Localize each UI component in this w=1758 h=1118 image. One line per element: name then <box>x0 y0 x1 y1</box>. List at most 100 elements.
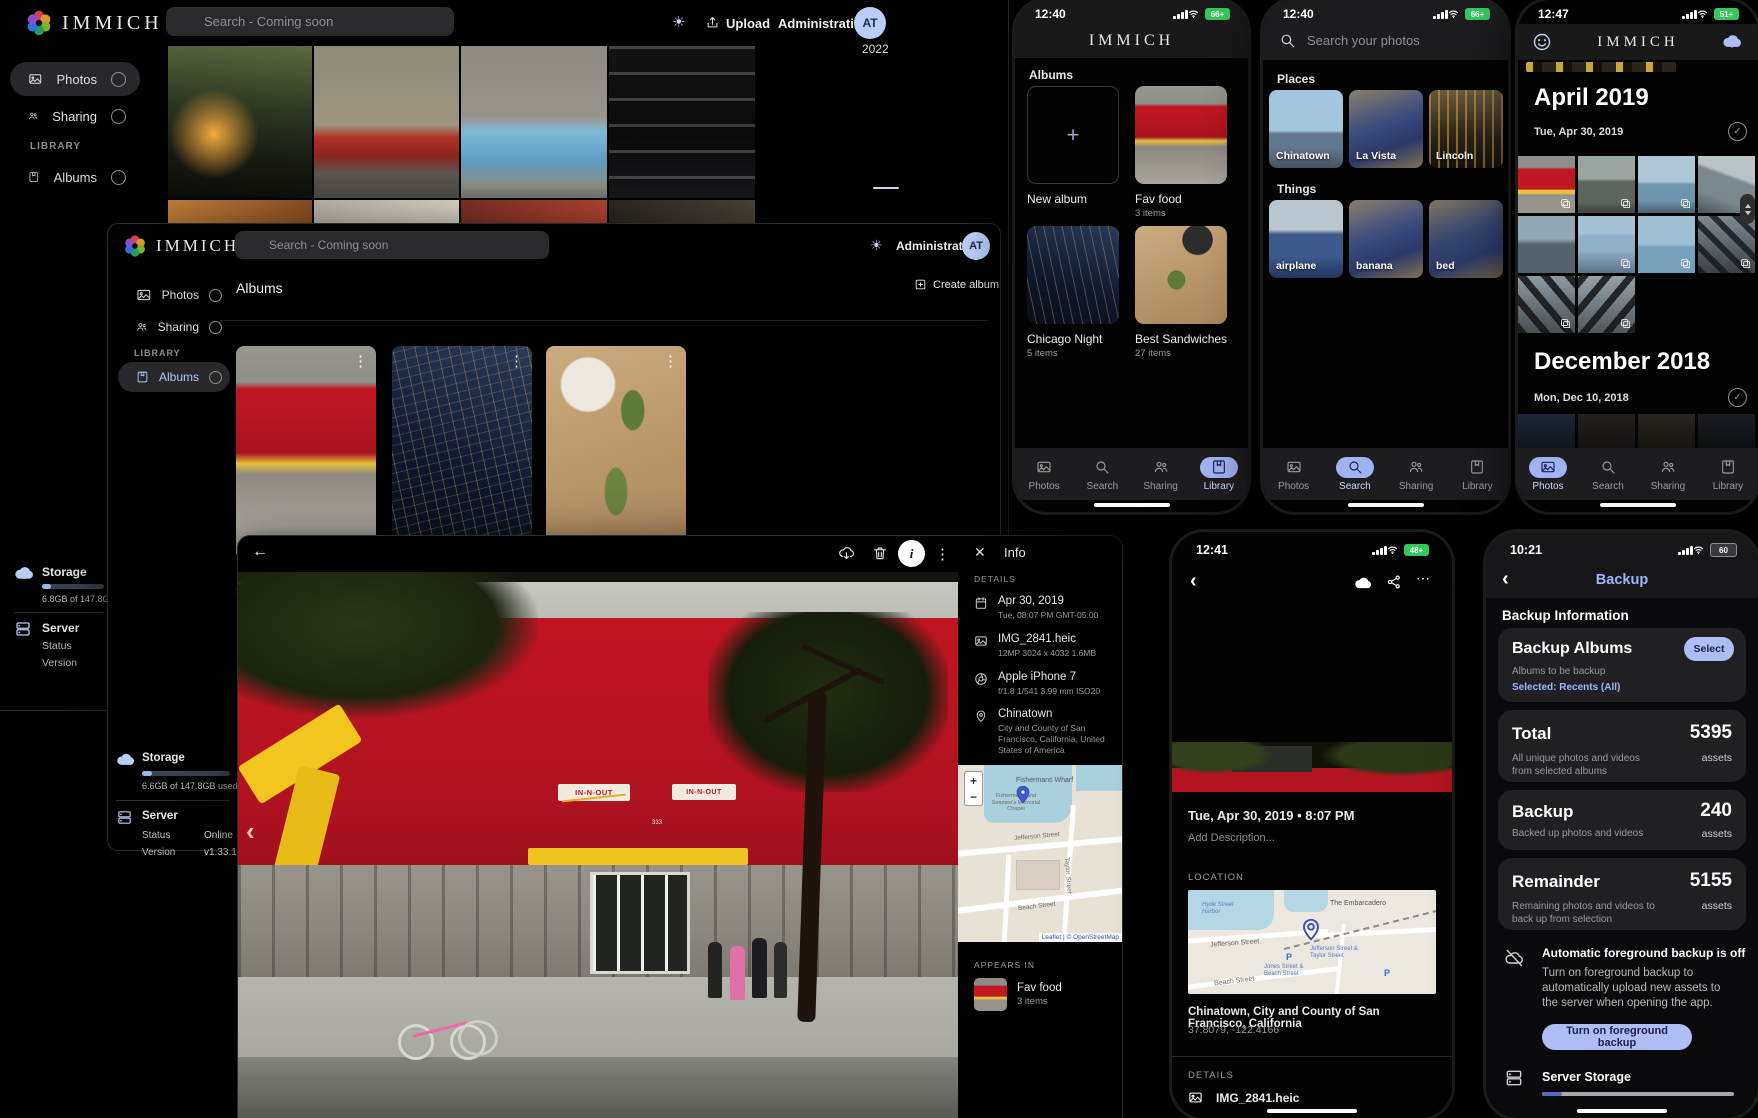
sidebar-item-albums[interactable]: Albums <box>10 160 140 194</box>
selected-albums: Selected: Recents (All) <box>1512 682 1620 693</box>
share-icon[interactable] <box>1386 574 1402 590</box>
search-input[interactable] <box>166 7 454 36</box>
select-button[interactable]: Select <box>1684 637 1734 661</box>
photo-thumbnail[interactable] <box>1518 414 1575 448</box>
album-menu-icon[interactable]: ⋮ <box>353 352 368 370</box>
timeline-year-label: 2022 <box>862 42 889 56</box>
photo-viewer[interactable] <box>1172 742 1452 792</box>
sidebar-item-sharing[interactable]: Sharing <box>10 99 140 133</box>
photo-thumbnail[interactable] <box>1578 156 1635 213</box>
new-album-tile[interactable]: + <box>1027 86 1119 184</box>
home-indicator[interactable] <box>1348 503 1424 507</box>
more-menu-icon[interactable]: ⋮ <box>935 545 950 563</box>
avatar[interactable]: AT <box>854 7 886 39</box>
theme-toggle-icon[interactable]: ☀ <box>672 13 685 31</box>
nav-tab-search[interactable]: Search <box>1336 457 1374 492</box>
thing-tile[interactable]: airplane <box>1269 200 1343 278</box>
select-day-icon[interactable]: ✓ <box>1728 388 1747 407</box>
card-unit: assets <box>1702 752 1732 764</box>
nav-tab-library[interactable]: Library <box>1709 457 1747 492</box>
photo-thumbnail[interactable] <box>1638 216 1695 273</box>
theme-toggle-icon[interactable]: ☀ <box>870 237 883 254</box>
photo-thumbnail[interactable] <box>1518 156 1575 213</box>
close-icon[interactable]: ✕ <box>974 544 986 561</box>
album-count: 3 items <box>1135 208 1166 219</box>
search-input[interactable] <box>1307 28 1493 52</box>
photo-thumbnail[interactable] <box>314 46 459 198</box>
nav-label: Search <box>1339 481 1371 492</box>
sidebar-item-sharing[interactable]: Sharing <box>118 312 230 342</box>
sync-circle-icon <box>209 289 222 302</box>
timeline-scrubber[interactable] <box>1740 194 1755 224</box>
nav-tab-sharing[interactable]: Sharing <box>1397 457 1435 492</box>
nav-tab-library[interactable]: Library <box>1458 457 1496 492</box>
turn-on-backup-button[interactable]: Turn on foreground backup <box>1542 1024 1692 1050</box>
search-input[interactable] <box>235 231 549 259</box>
nav-tab-sharing[interactable]: Sharing <box>1142 457 1180 492</box>
thing-tile[interactable]: banana <box>1349 200 1423 278</box>
nav-tab-photos[interactable]: Photos <box>1025 457 1063 492</box>
avatar[interactable]: AT <box>962 232 990 260</box>
back-icon[interactable]: ‹ <box>1190 570 1197 593</box>
home-indicator[interactable] <box>1267 1109 1357 1113</box>
photo-thumbnail[interactable] <box>1518 276 1575 333</box>
timeline-scrubber-handle[interactable] <box>873 187 899 189</box>
map-zoom-out-button[interactable]: − <box>964 788 983 806</box>
home-indicator[interactable] <box>1094 503 1170 507</box>
detail-location-sub: City and County of San Francisco, Califo… <box>998 723 1112 756</box>
previous-photo-icon[interactable]: ‹ <box>246 816 255 847</box>
upload-button[interactable]: Upload <box>726 16 770 31</box>
album-tile[interactable] <box>1135 226 1227 324</box>
photo-thumbnail[interactable] <box>168 46 312 198</box>
select-day-icon[interactable]: ✓ <box>1728 122 1747 141</box>
sidebar-item-photos[interactable]: Photos <box>118 280 230 310</box>
photo-bicycle <box>398 1002 508 1058</box>
album-menu-icon[interactable]: ⋮ <box>509 352 524 370</box>
photo-thumbnail[interactable] <box>1638 414 1695 448</box>
delete-icon[interactable] <box>872 545 888 561</box>
detail-location: Chinatown <box>998 708 1052 720</box>
photo-thumbnail[interactable] <box>1578 414 1635 448</box>
card-sub: Albums to be backup <box>1512 666 1605 677</box>
nav-tab-photos[interactable]: Photos <box>1529 457 1567 492</box>
nav-tab-library[interactable]: Library <box>1200 457 1238 492</box>
photo-viewer[interactable]: IN-N-OUT IN-N-OUT 333 <box>238 572 958 1118</box>
thing-tile[interactable]: bed <box>1429 200 1503 278</box>
battery-icon: 66+ <box>1465 8 1490 20</box>
photo-thumbnail[interactable] <box>461 46 607 198</box>
home-indicator[interactable] <box>1577 1109 1667 1113</box>
description-field[interactable]: Add Description... <box>1188 832 1275 844</box>
upload-cloud-icon[interactable] <box>1354 574 1372 592</box>
album-tile[interactable] <box>1135 86 1227 184</box>
place-tile[interactable]: Lincoln <box>1429 90 1503 168</box>
sidebar-item-albums[interactable]: Albums <box>118 362 230 392</box>
sidebar-section-library: LIBRARY <box>30 141 81 152</box>
photo-thumbnail[interactable] <box>1518 216 1575 273</box>
place-tile[interactable]: Chinatown <box>1269 90 1343 168</box>
album-tile[interactable] <box>1027 226 1119 324</box>
info-icon[interactable]: i <box>898 540 925 567</box>
nav-tab-search[interactable]: Search <box>1083 457 1121 492</box>
photo-thumbnail[interactable] <box>1698 216 1755 273</box>
nav-tab-sharing[interactable]: Sharing <box>1649 457 1687 492</box>
back-icon[interactable]: ← <box>252 543 268 561</box>
photo-thumbnail[interactable] <box>1578 276 1635 333</box>
home-indicator[interactable] <box>1600 503 1676 507</box>
download-icon[interactable] <box>838 545 855 562</box>
detail-map[interactable]: Fishermans Wharf Fishermen's and Seamen'… <box>958 765 1122 942</box>
create-album-button[interactable]: Create album <box>914 278 999 291</box>
location-map[interactable]: The Embarcadero Jefferson Street Jeffers… <box>1188 890 1436 994</box>
photo-thumbnail[interactable] <box>1698 414 1755 448</box>
nav-tab-search[interactable]: Search <box>1589 457 1627 492</box>
sidebar-item-photos[interactable]: Photos <box>10 62 140 96</box>
wifi-icon <box>1696 7 1709 20</box>
photo-thumbnail[interactable] <box>609 46 755 198</box>
place-tile[interactable]: La Vista <box>1349 90 1423 168</box>
appears-in-album[interactable]: Fav food 3 items <box>974 978 1062 1011</box>
photo-thumbnail[interactable] <box>1578 216 1635 273</box>
more-menu-icon[interactable]: ⋯ <box>1416 570 1431 587</box>
backup-cloud-icon[interactable] <box>1722 32 1742 52</box>
nav-tab-photos[interactable]: Photos <box>1275 457 1313 492</box>
album-menu-icon[interactable]: ⋮ <box>663 352 678 370</box>
photo-thumbnail[interactable] <box>1638 156 1695 213</box>
